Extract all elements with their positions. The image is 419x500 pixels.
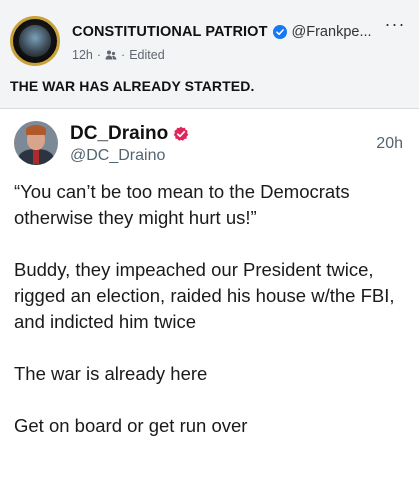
avatar-tie	[33, 150, 39, 164]
tweet-paragraph: Get on board or get run over	[14, 415, 248, 436]
tweet-body: “You can’t be too mean to the Democrats …	[14, 179, 410, 439]
tweet-paragraph: The war is already here	[14, 363, 208, 384]
tweet-author-name[interactable]: DC_Draino	[70, 123, 168, 145]
post-meta: 12h · · Edited	[72, 46, 165, 64]
page-avatar[interactable]	[10, 16, 60, 66]
post-text: THE WAR HAS ALREADY STARTED.	[10, 78, 255, 94]
tweet-author-avatar[interactable]	[14, 121, 58, 165]
friends-audience-icon[interactable]	[105, 49, 117, 61]
tweet-author-row: DC_Draino	[70, 123, 189, 145]
page-name[interactable]: CONSTITUTIONAL PATRIOT	[72, 24, 268, 40]
page-handle[interactable]: @Frankpe...	[292, 24, 372, 40]
tweet-time[interactable]: 20h	[376, 135, 403, 153]
tweet-author-handle[interactable]: @DC_Draino	[70, 147, 165, 165]
verified-badge-icon	[272, 25, 287, 39]
tweet-paragraph: “You can’t be too mean to the Democrats …	[14, 181, 350, 228]
edited-label[interactable]: Edited	[129, 48, 164, 62]
meta-separator: ·	[96, 48, 102, 62]
tweet-paragraph: Buddy, they impeached our President twic…	[14, 259, 395, 332]
avatar-hair	[26, 125, 46, 135]
more-options-button[interactable]: ···	[381, 15, 409, 38]
post-header: CONSTITUTIONAL PATRIOT @Frankpe... ··· 1…	[10, 12, 409, 68]
meta-separator: ·	[121, 48, 126, 62]
post-time[interactable]: 12h	[72, 48, 93, 62]
verified-badge-icon	[173, 126, 189, 141]
embedded-tweet: DC_Draino @DC_Draino 20h “You can’t be t…	[0, 108, 419, 500]
page-name-row: CONSTITUTIONAL PATRIOT @Frankpe...	[72, 22, 409, 42]
avatar-image	[19, 25, 51, 57]
facebook-post: CONSTITUTIONAL PATRIOT @Frankpe... ··· 1…	[0, 0, 419, 500]
